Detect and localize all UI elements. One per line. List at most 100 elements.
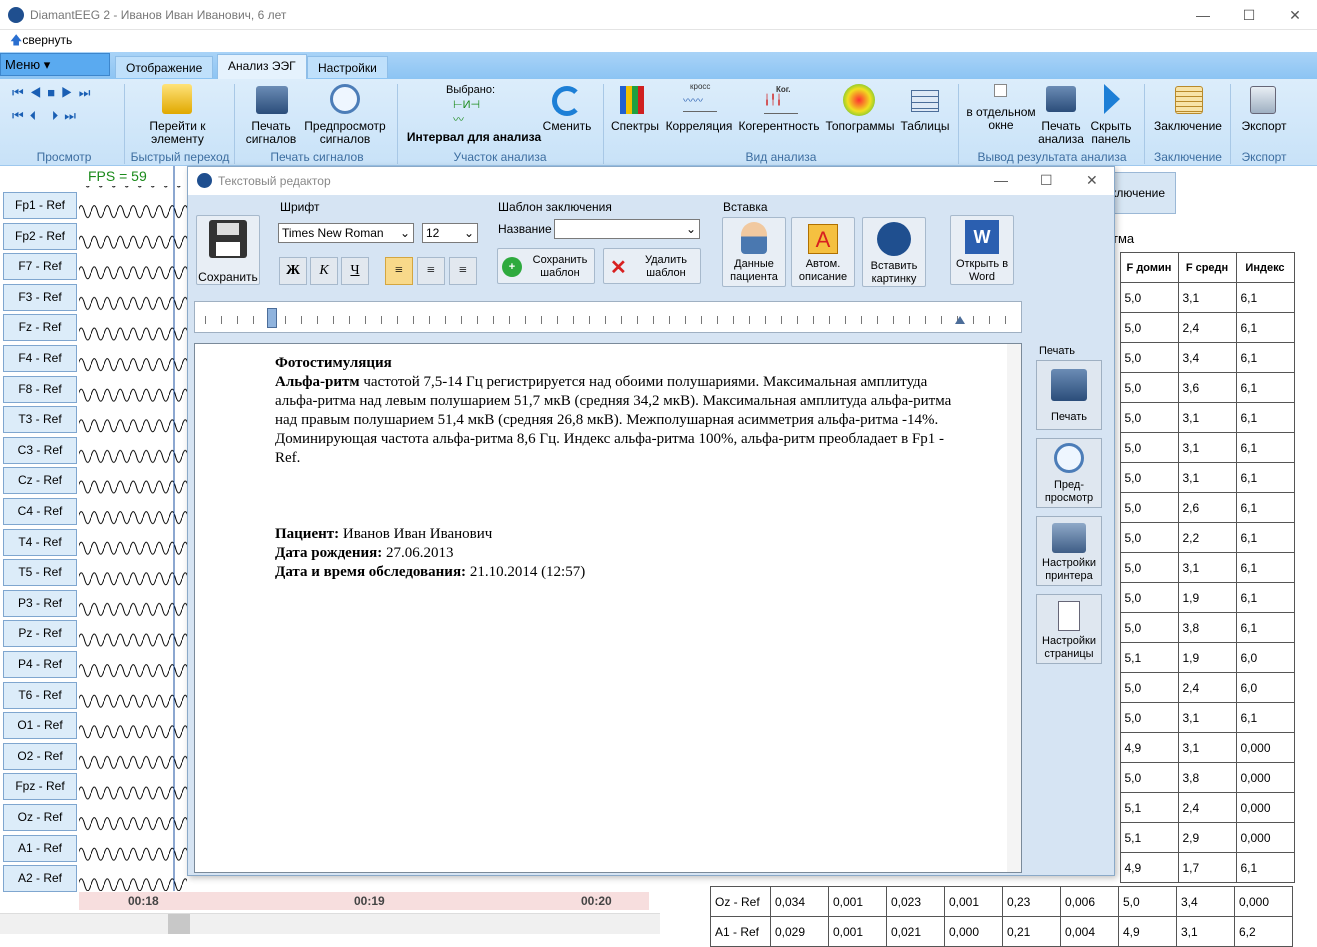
table-cell: 5,0 [1119, 342, 1179, 373]
channel-label[interactable]: P4 - Ref [3, 651, 77, 678]
save-button[interactable]: Сохранить [196, 215, 260, 285]
table-cell: 6,1 [1235, 852, 1295, 883]
change-button[interactable]: Сменить [540, 120, 594, 133]
italic-button[interactable]: К [310, 257, 338, 285]
separate-window-checkbox[interactable] [994, 84, 1007, 97]
tab-settings[interactable]: Настройки [307, 56, 388, 78]
coherence-button[interactable]: Когерентность [736, 120, 822, 133]
channel-label[interactable]: T6 - Ref [3, 681, 77, 709]
channel-label[interactable]: A1 - Ref [3, 834, 77, 862]
channel-label[interactable]: Fp2 - Ref [3, 222, 77, 250]
channel-label[interactable]: F4 - Ref [3, 345, 77, 372]
playback-controls[interactable]: ⏮◀■▶⏭ [12, 85, 96, 101]
maximize-icon[interactable]: ☐ [1226, 0, 1272, 30]
patient-data-label: Данные пациента [730, 258, 778, 283]
channel-label[interactable]: Oz - Ref [3, 804, 77, 831]
channel-label[interactable]: Pz - Ref [3, 620, 77, 648]
channel-label[interactable]: F3 - Ref [3, 283, 77, 311]
bold-button[interactable]: Ж [279, 257, 307, 285]
tab-eeg-analysis[interactable]: Анализ ЭЭГ [217, 54, 307, 79]
align-right-icon: ≡ [459, 263, 467, 278]
minimize-icon[interactable]: — [1180, 0, 1226, 30]
table-cell: 0,000 [1235, 792, 1295, 823]
channel-label[interactable]: T4 - Ref [3, 528, 77, 556]
table-cell: 2,4 [1177, 792, 1237, 823]
align-center-button[interactable]: ≡ [417, 257, 445, 285]
print-signals-button[interactable]: Печать сигналов [240, 120, 302, 146]
column-header: F домин [1119, 252, 1179, 283]
text-editor[interactable]: Фотостимуляция Альфа-ритм частотой 7,5-1… [194, 343, 1022, 873]
ruler-ticks [205, 316, 1011, 324]
align-right-button[interactable]: ≡ [449, 257, 477, 285]
font-size-value: 12 [426, 226, 440, 240]
menu-button[interactable]: Меню ▾ [0, 53, 110, 76]
close-icon[interactable]: ✕ [1086, 172, 1098, 189]
channel-label[interactable]: Fp1 - Ref [3, 192, 77, 219]
patient-data-button[interactable]: Данные пациента [722, 217, 786, 287]
channel-label[interactable]: C3 - Ref [3, 436, 77, 464]
channel-label[interactable]: A2 - Ref [3, 865, 77, 893]
channel-label[interactable]: Fpz - Ref [3, 773, 77, 801]
group-analysis-section: Участок анализа [453, 150, 547, 164]
document-content[interactable]: Фотостимуляция Альфа-ритм частотой 7,5-1… [275, 354, 955, 582]
delete-template-button[interactable]: ✕ Удалить шаблон [603, 248, 701, 284]
correlation-button[interactable]: Корреляция [664, 120, 734, 133]
step-controls[interactable]: ⏮⏴ ⏵⏭ [12, 108, 82, 124]
table-cell: A1 - Ref [710, 916, 771, 947]
indent-marker[interactable] [267, 308, 277, 328]
tables-button[interactable]: Таблицы [898, 120, 952, 133]
tab-display[interactable]: Отображение [115, 56, 214, 78]
insert-picture-button[interactable]: Вставить картинку [862, 217, 926, 287]
align-left-button[interactable]: ≡ [385, 257, 413, 285]
channel-label[interactable]: T5 - Ref [3, 559, 77, 587]
conclusion-button[interactable]: Заключение [1148, 120, 1228, 133]
table-cell: 4,9 [1119, 852, 1179, 883]
channel-label[interactable]: Fz - Ref [3, 314, 77, 342]
interval-icon: ⊢И⊣ 〰 [453, 99, 481, 126]
channel-label[interactable]: F7 - Ref [3, 253, 77, 281]
page-settings-button[interactable]: Настройки страницы [1036, 594, 1102, 664]
preview-signals-button[interactable]: Предпросмотр сигналов [302, 120, 388, 146]
horizontal-scrollbar[interactable] [0, 913, 660, 934]
print-analysis-button[interactable]: Печать анализа [1034, 120, 1088, 146]
maximize-icon[interactable]: ☐ [1040, 172, 1053, 189]
table-cell: 0,000 [1235, 732, 1295, 763]
preview-button[interactable]: Пред-просмотр [1036, 438, 1102, 508]
magnifier-icon [330, 84, 360, 114]
interval-label: Интервал для анализа [406, 130, 542, 144]
printer-settings-button[interactable]: Настройки принтера [1036, 516, 1102, 586]
underline-button[interactable]: Ч [341, 257, 369, 285]
topograms-button[interactable]: Топограммы [822, 120, 898, 133]
print-button[interactable]: Печать [1036, 360, 1102, 430]
table-cell: 6,1 [1235, 312, 1295, 343]
channel-label[interactable]: C4 - Ref [3, 498, 77, 525]
close-icon[interactable]: ✕ [1272, 0, 1317, 30]
template-name-select[interactable]: ⌄ [554, 219, 700, 239]
export-button[interactable]: Экспорт [1236, 120, 1292, 133]
channel-label[interactable]: F8 - Ref [3, 375, 77, 403]
collapse-button[interactable]: 🡅свернуть [10, 31, 72, 52]
scroll-thumb[interactable] [168, 914, 190, 934]
font-size-select[interactable]: 12 ⌄ [422, 223, 478, 243]
goto-button[interactable]: Перейти к элементу [135, 120, 220, 146]
channel-label[interactable]: Cz - Ref [3, 467, 77, 495]
auto-description-button[interactable]: A Автом. описание [791, 217, 855, 287]
channel-label[interactable]: P3 - Ref [3, 589, 77, 617]
spectra-button[interactable]: Спектры [608, 120, 662, 133]
hide-panel-button[interactable]: Скрыть панель [1086, 120, 1136, 146]
alpha-text: частотой 7,5-14 Гц регистрируется над об… [275, 374, 952, 466]
table-cell: 0,21 [1002, 916, 1061, 947]
channel-label[interactable]: O2 - Ref [3, 742, 77, 770]
font-name-select[interactable]: Times New Roman ⌄ [278, 223, 414, 243]
channel-label[interactable]: O1 - Ref [3, 712, 77, 740]
minimize-icon[interactable]: — [994, 172, 1008, 188]
table-cell: 6,1 [1235, 702, 1295, 733]
right-margin-marker[interactable] [955, 316, 965, 324]
save-template-button[interactable]: + Сохранить шаблон [497, 248, 595, 284]
table-cell: 0,000 [1235, 822, 1295, 853]
editor-scrollbar[interactable] [1007, 344, 1021, 872]
channel-label[interactable]: T3 - Ref [3, 406, 77, 434]
table-cell: 1,7 [1177, 852, 1237, 883]
open-in-word-button[interactable]: W Открыть в Word [950, 215, 1014, 285]
ruler[interactable] [194, 301, 1022, 333]
